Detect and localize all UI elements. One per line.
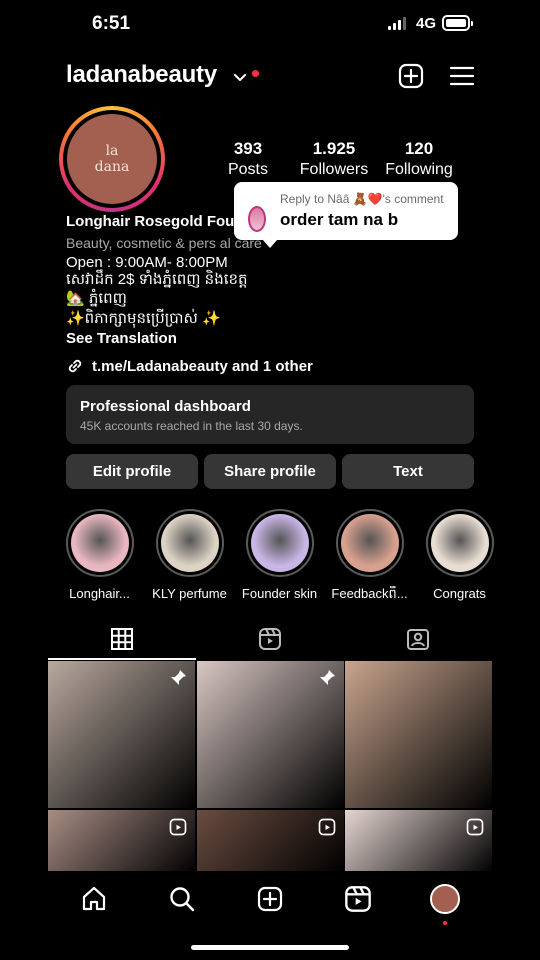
posts-count: 393 <box>233 139 263 158</box>
username-switcher[interactable]: ladanabeauty <box>66 61 217 89</box>
reply-comment-text: order tam na b <box>280 210 399 229</box>
tagged-icon <box>407 628 429 650</box>
post-thumbnail[interactable] <box>48 661 195 808</box>
notification-dot <box>443 921 447 925</box>
highlight-item[interactable]: Longhair... <box>60 509 139 605</box>
notification-dot <box>252 70 259 77</box>
post-thumbnail[interactable] <box>48 810 195 871</box>
edit-profile-button[interactable]: Edit profile <box>66 454 198 489</box>
home-indicator <box>191 945 349 950</box>
commenter-avatar <box>248 206 266 232</box>
reel-icon <box>466 818 484 836</box>
profile-avatar-story-ring[interactable]: la dana <box>59 106 165 212</box>
post-thumbnail[interactable] <box>345 661 492 808</box>
battery-icon <box>442 15 473 31</box>
highlight-cover <box>160 514 219 572</box>
home-icon <box>82 886 106 911</box>
network-type: 4G <box>416 15 437 32</box>
reply-header: Reply to Nââ 🧸❤️'s comment <box>280 192 444 206</box>
reels-icon <box>259 627 281 650</box>
highlight-label: Longhair... <box>69 586 130 601</box>
text-button[interactable]: Text <box>342 454 474 489</box>
nav-reels[interactable] <box>341 882 375 916</box>
highlight-label: KLY perfume <box>152 586 227 601</box>
highlight-cover <box>430 514 489 572</box>
highlight-label: Congrats <box>433 586 486 601</box>
comment-reply-sticker[interactable]: Reply to Nââ 🧸❤️'s comment order tam na … <box>234 182 458 248</box>
bio-link[interactable]: t.me/Ladanabeauty and 1 other <box>66 357 313 375</box>
profile-avatar <box>430 884 460 914</box>
bio-link-text: t.me/Ladanabeauty and 1 other <box>92 357 313 375</box>
profile-header: ladanabeauty <box>0 58 540 94</box>
followers-count: 1.925 <box>312 139 356 158</box>
nav-profile[interactable] <box>428 882 462 916</box>
share-profile-button[interactable]: Share profile <box>204 454 336 489</box>
pin-icon <box>171 670 186 685</box>
posts-stat[interactable]: 393 Posts <box>226 139 270 179</box>
link-icon <box>68 359 82 373</box>
nav-create[interactable] <box>253 882 287 916</box>
followers-stat[interactable]: 1.925 Followers <box>298 139 370 179</box>
highlight-cover <box>250 514 309 572</box>
dashboard-title: Professional dashboard <box>80 398 251 415</box>
reels-icon <box>345 886 371 912</box>
highlight-cover <box>340 514 399 572</box>
highlight-label: Feedbackពី... <box>331 586 408 601</box>
chevron-down-icon[interactable] <box>233 70 247 84</box>
nav-search[interactable] <box>165 882 199 916</box>
following-stat[interactable]: 120 Following <box>384 139 454 179</box>
nav-home[interactable] <box>77 882 111 916</box>
menu-icon[interactable] <box>448 62 476 90</box>
highlight-cover <box>70 514 129 572</box>
profile-display-name: Longhair Rosegold Fou <box>66 213 235 230</box>
following-count: 120 <box>404 139 434 158</box>
highlight-item[interactable]: KLY perfume <box>150 509 229 605</box>
professional-dashboard[interactable]: Professional dashboard 45K accounts reac… <box>66 385 474 444</box>
profile-tabs <box>48 617 492 660</box>
avatar-logo-text: la <box>105 143 119 159</box>
tab-reels[interactable] <box>196 617 344 660</box>
story-highlights: Longhair... KLY perfume Founder skin Fee… <box>60 509 500 605</box>
search-icon <box>170 887 195 912</box>
reel-icon <box>318 818 335 836</box>
bio-line: Open : 9:00AM- 8:00PM <box>66 254 228 271</box>
tab-posts-grid[interactable] <box>48 617 196 660</box>
highlight-item[interactable]: Feedbackពី... <box>330 509 409 605</box>
tab-tagged[interactable] <box>344 617 492 660</box>
posts-label: Posts <box>227 161 268 178</box>
following-label: Following <box>385 161 453 178</box>
dashboard-subtitle: 45K accounts reached in the last 30 days… <box>80 419 303 433</box>
post-thumbnail[interactable] <box>196 661 344 808</box>
reel-icon <box>169 818 187 836</box>
create-icon <box>257 886 283 912</box>
highlight-item[interactable]: Founder skin <box>240 509 319 605</box>
followers-label: Followers <box>299 161 369 178</box>
pin-icon <box>319 670 335 685</box>
status-time: 6:51 <box>92 13 131 34</box>
highlight-item[interactable]: Congrats <box>420 509 499 605</box>
posts-grid <box>48 661 492 871</box>
avatar-logo-text: dana <box>94 159 130 175</box>
profile-avatar: la dana <box>67 114 157 204</box>
post-thumbnail[interactable] <box>345 810 492 871</box>
create-icon[interactable] <box>397 62 425 90</box>
signal-icon <box>388 17 406 30</box>
bio-line: 🏡 ភ្នំពេញ <box>66 290 127 307</box>
status-bar: 6:51 4G <box>0 0 540 50</box>
post-thumbnail[interactable] <box>196 810 344 871</box>
grid-icon <box>111 627 133 650</box>
profile-actions: Edit profile Share profile Text <box>66 454 474 489</box>
profile-category: Beauty, cosmetic & pers al care <box>66 235 262 251</box>
bio-line: ✨ពិភាក្សាមុនប្រើប្រាស់ ✨ <box>66 310 221 327</box>
see-translation-link[interactable]: See Translation <box>66 330 177 347</box>
highlight-label: Founder skin <box>241 586 318 601</box>
